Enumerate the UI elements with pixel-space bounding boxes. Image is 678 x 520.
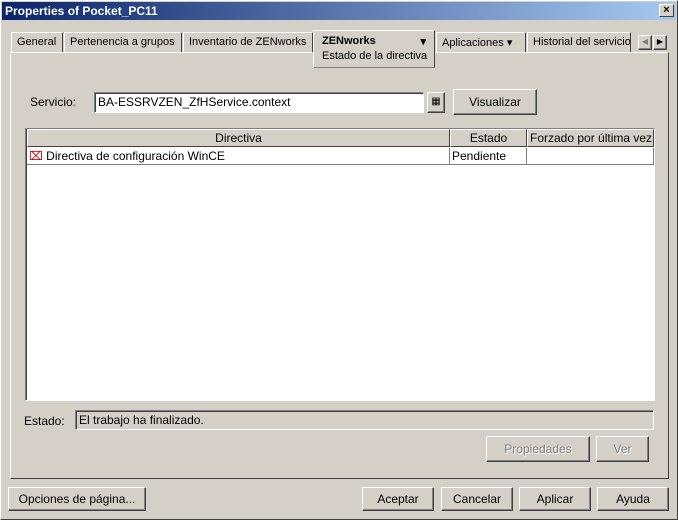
properties-button[interactable]: Propiedades	[486, 436, 590, 462]
policy-table: Directiva Estado Forzado por última vez …	[25, 128, 655, 401]
column-header-directiva[interactable]: Directiva	[27, 129, 450, 147]
accept-button[interactable]: Aceptar	[362, 487, 434, 511]
tab-service-history[interactable]: Historial del servicio	[527, 32, 631, 52]
cell-directiva: Directiva de configuración WinCE	[46, 149, 225, 163]
cell-estado: Pendiente	[450, 148, 527, 165]
scroll-left-icon[interactable]: ◀	[638, 35, 652, 50]
apply-button[interactable]: Aplicar	[519, 487, 591, 511]
browse-icon[interactable]: ▦	[427, 92, 445, 113]
dropdown-arrow-icon: ▾	[420, 36, 426, 48]
tab-zenworks-inventory[interactable]: Inventario de ZENworks	[183, 32, 313, 52]
service-label: Servicio:	[30, 95, 77, 109]
tab-applications[interactable]: Aplicaciones ▾	[436, 32, 526, 52]
cell-forzado	[527, 148, 654, 165]
close-button[interactable]: ×	[659, 4, 674, 17]
tab-general[interactable]: General	[11, 32, 63, 52]
view-button[interactable]: Visualizar	[453, 89, 537, 115]
page-options-button[interactable]: Opciones de página...	[8, 487, 146, 511]
tab-policy-status[interactable]: Estado de la directiva	[322, 50, 427, 62]
status-label: Estado:	[24, 414, 65, 428]
scroll-right-icon[interactable]: ▶	[653, 35, 667, 50]
table-row[interactable]: ⌧ Directiva de configuración WinCE	[27, 148, 450, 165]
window-title: Properties of Pocket_PC11	[5, 4, 158, 18]
title-bar: Properties of Pocket_PC11	[2, 2, 676, 20]
tab-zenworks[interactable]: ZENworks ▾ Estado de la directiva	[313, 30, 435, 68]
help-button[interactable]: Ayuda	[597, 487, 669, 511]
dropdown-arrow-icon: ▾	[506, 37, 513, 49]
column-header-estado[interactable]: Estado	[450, 129, 527, 147]
tab-zenworks-label: ZENworks	[322, 35, 376, 47]
view-details-button[interactable]: Ver	[596, 436, 649, 462]
status-field: El trabajo ha finalizado.	[75, 410, 654, 430]
policy-icon: ⌧	[29, 149, 43, 163]
service-input[interactable]: BA-ESSRVZEN_ZfHService.context	[94, 92, 424, 113]
tab-applications-label: Aplicaciones	[442, 37, 504, 49]
cancel-button[interactable]: Cancelar	[441, 487, 513, 511]
column-header-forzado[interactable]: Forzado por última vez	[527, 129, 654, 147]
tab-group-membership[interactable]: Pertenencia a grupos	[64, 32, 182, 52]
